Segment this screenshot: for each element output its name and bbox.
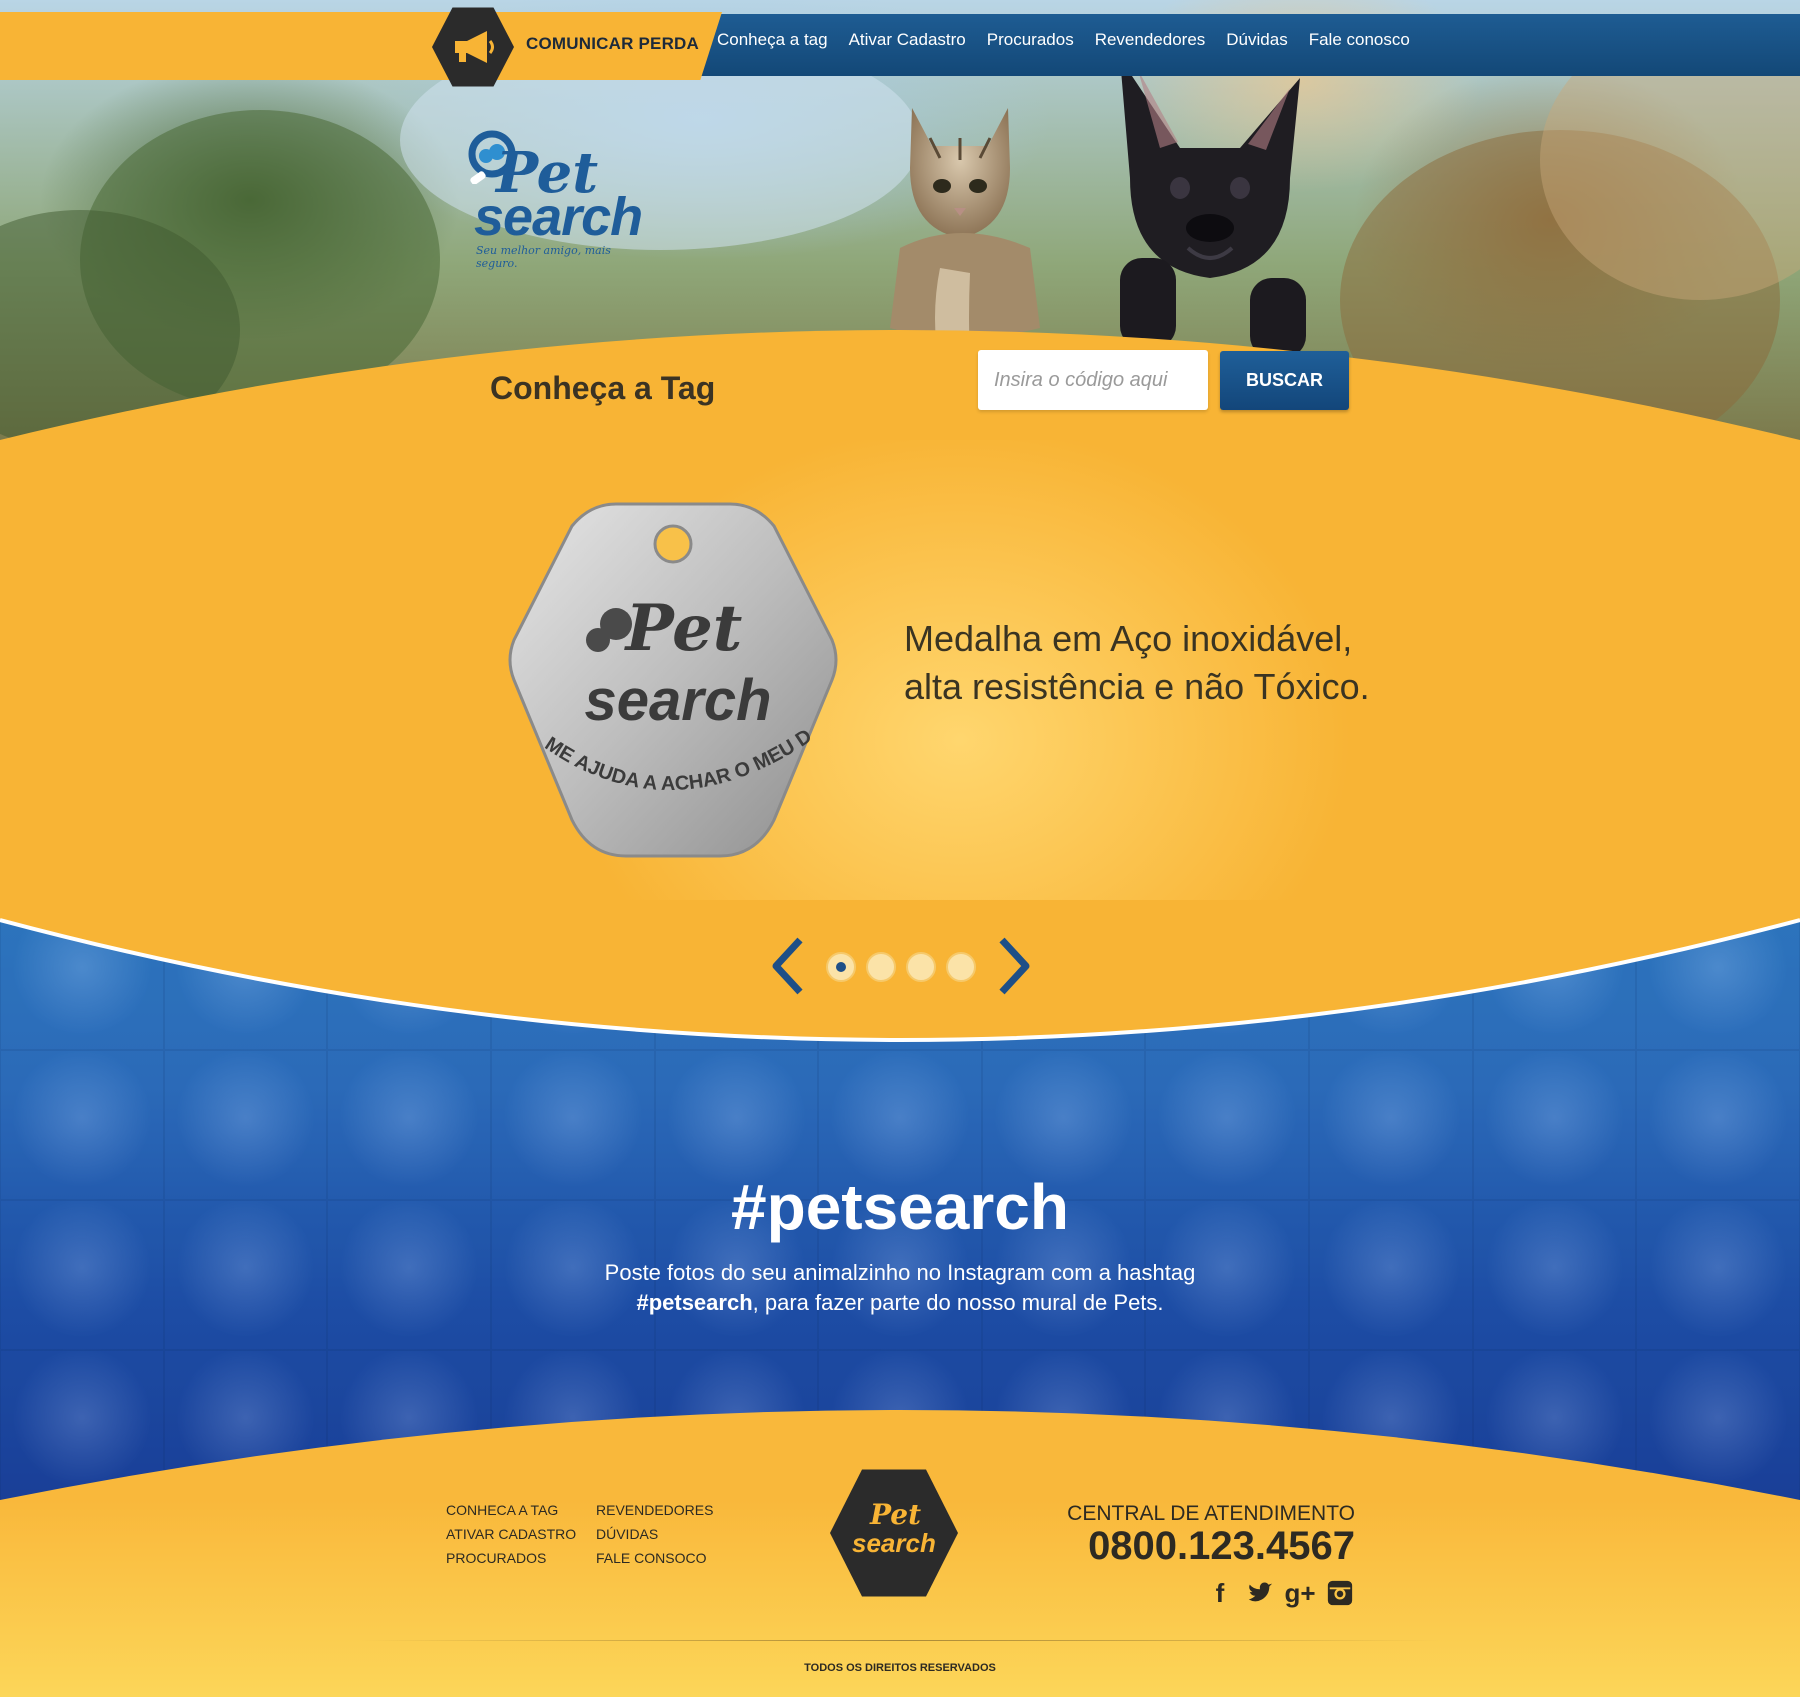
- instagram-description: Poste fotos do seu animalzinho no Instag…: [0, 1258, 1800, 1318]
- pet-search-logo[interactable]: Pet search Seu melhor amigo, mais seguro…: [444, 120, 654, 270]
- tag-code-input[interactable]: [978, 350, 1208, 410]
- slider-dot-2[interactable]: [866, 952, 896, 982]
- report-loss-link[interactable]: COMUNICAR PERDA: [526, 34, 699, 54]
- logo-search-text: search: [474, 187, 643, 247]
- nav-item-ativar-cadastro[interactable]: Ativar Cadastro: [849, 30, 966, 50]
- support-phone[interactable]: 0800.123.4567: [1067, 1526, 1355, 1566]
- copyright-text: TODOS OS DIREITOS RESERVADOS: [804, 1662, 996, 1674]
- nav-item-fale-conosco[interactable]: Fale conosco: [1309, 30, 1410, 50]
- footer-link-duvidas[interactable]: DÚVIDAS: [596, 1526, 713, 1542]
- slider-wave: [0, 900, 1800, 1042]
- chevron-left-icon: [772, 937, 803, 995]
- support-contact: CENTRAL DE ATENDIMENTO 0800.123.4567: [1067, 1502, 1355, 1566]
- slider-pagination: [826, 952, 976, 982]
- hero-wave: [0, 330, 1800, 460]
- instagram-hashtag-inline: #petsearch: [636, 1290, 753, 1315]
- instagram-icon[interactable]: [1325, 1578, 1355, 1608]
- instagram-text-line-1: Poste fotos do seu animalzinho no Instag…: [604, 1260, 1196, 1285]
- slider-dot-1[interactable]: [826, 952, 856, 982]
- footer-links-col-2: REVENDEDORES DÚVIDAS FALE CONSOCO: [596, 1502, 713, 1566]
- footer-link-conheca-tag[interactable]: CONHECA A TAG: [446, 1502, 576, 1518]
- main-nav: Conheça a tag Ativar Cadastro Procurados…: [717, 30, 1431, 50]
- footer-link-fale-conosco[interactable]: FALE CONSOCO: [596, 1550, 713, 1566]
- logo-slogan: Seu melhor amigo, mais seguro.: [476, 244, 611, 270]
- nav-item-procurados[interactable]: Procurados: [987, 30, 1074, 50]
- megaphone-icon: [455, 31, 494, 63]
- slider-dot-4[interactable]: [946, 952, 976, 982]
- footer-logo-search: search: [852, 1528, 936, 1558]
- footer-link-ativar-cadastro[interactable]: ATIVAR CADASTRO: [446, 1526, 576, 1542]
- tag-medal-image: Pet search ME AJUDA A ACHAR O MEU DONO?: [506, 500, 838, 858]
- instagram-text-line-2: , para fazer parte do nosso mural de Pet…: [752, 1290, 1164, 1315]
- slide-caption-line-2: alta resistência e não Tóxico.: [904, 666, 1370, 707]
- slide-caption-line-1: Medalha em Aço inoxidável,: [904, 618, 1353, 659]
- medal-pet-text: Pet: [624, 591, 743, 666]
- facebook-icon[interactable]: f: [1205, 1578, 1235, 1608]
- slider-prev-button[interactable]: [764, 934, 812, 998]
- google-plus-icon[interactable]: g+: [1284, 1578, 1315, 1608]
- nav-item-revendedores[interactable]: Revendedores: [1095, 30, 1206, 50]
- footer-logo-pet: Pet: [870, 1498, 922, 1531]
- chevron-right-icon: [999, 937, 1030, 995]
- section-title: Conheça a Tag: [490, 370, 716, 406]
- slide-caption: Medalha em Aço inoxidável, alta resistên…: [904, 615, 1370, 711]
- medal-search-text: search: [584, 668, 771, 733]
- footer-links-col-1: CONHECA A TAG ATIVAR CADASTRO PROCURADOS: [446, 1502, 576, 1566]
- footer-link-procurados[interactable]: PROCURADOS: [446, 1550, 576, 1566]
- search-button[interactable]: BUSCAR: [1220, 351, 1349, 410]
- support-label: CENTRAL DE ATENDIMENTO: [1067, 1502, 1355, 1525]
- footer-link-revendedores[interactable]: REVENDEDORES: [596, 1502, 713, 1518]
- footer-divider: [360, 1640, 1440, 1641]
- slider-next-button[interactable]: [990, 934, 1038, 998]
- instagram-hashtag-title: #petsearch: [731, 1171, 1069, 1243]
- nav-item-conheca-tag[interactable]: Conheça a tag: [717, 30, 828, 50]
- slider-dot-3[interactable]: [906, 952, 936, 982]
- twitter-icon[interactable]: [1245, 1578, 1275, 1608]
- tag-slider: [0, 440, 1800, 960]
- social-links: f g+: [1205, 1578, 1355, 1608]
- nav-item-duvidas[interactable]: Dúvidas: [1226, 30, 1287, 50]
